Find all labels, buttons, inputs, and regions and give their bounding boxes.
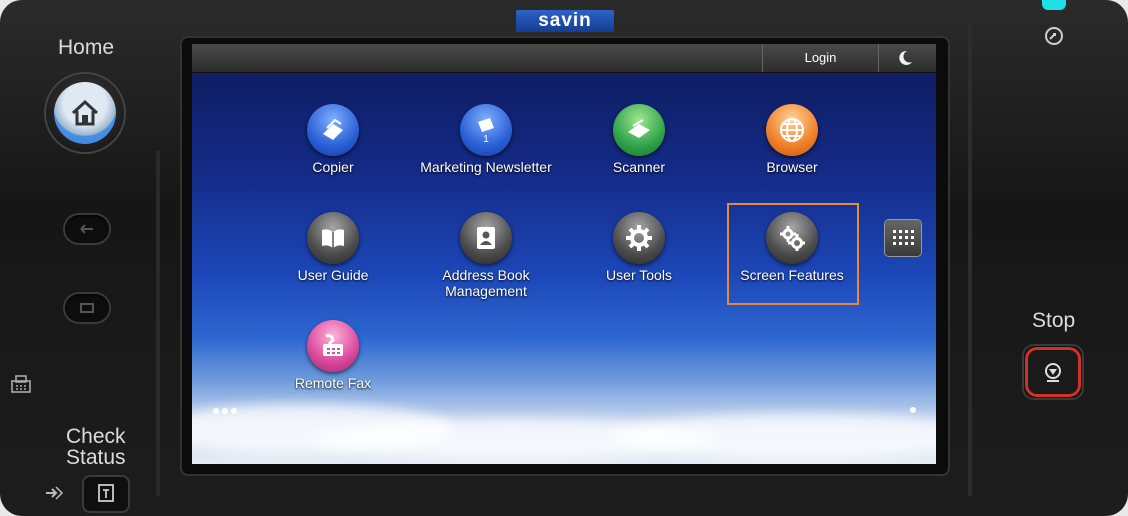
check-status-icon bbox=[98, 484, 114, 502]
back-button[interactable] bbox=[65, 215, 109, 243]
app-label: Remote Fax bbox=[294, 375, 372, 391]
app-label: Browser bbox=[766, 159, 818, 175]
badge-count: 1 bbox=[483, 134, 489, 144]
home-button[interactable] bbox=[46, 74, 124, 152]
scanner-icon bbox=[628, 119, 650, 138]
data-in-icon bbox=[46, 486, 64, 500]
brand-logo: savin bbox=[516, 10, 614, 32]
app-label: Scanner bbox=[612, 159, 666, 175]
app-marketing-newsletter[interactable]: 1 Marketing Newsletter bbox=[416, 104, 556, 175]
app-screen-features[interactable]: Screen Features bbox=[722, 212, 862, 283]
panel-divider bbox=[156, 150, 160, 496]
top-bar: Login bbox=[192, 44, 936, 73]
stop-label: Stop bbox=[1032, 309, 1076, 332]
check-status-button[interactable] bbox=[84, 477, 128, 511]
check-status-line1: Check bbox=[66, 425, 126, 448]
panel-divider-right bbox=[968, 20, 972, 496]
app-label-line2: Management bbox=[445, 283, 527, 299]
stop-button[interactable] bbox=[1024, 346, 1082, 398]
app-label-line1: Address Book bbox=[442, 267, 530, 283]
check-status-label: Check Status bbox=[66, 426, 126, 468]
login-button[interactable]: Login bbox=[762, 44, 879, 72]
app-label: Marketing Newsletter bbox=[420, 159, 552, 175]
home-icon bbox=[71, 99, 99, 126]
gears-icon bbox=[780, 226, 805, 251]
app-user-guide[interactable]: User Guide bbox=[263, 212, 403, 283]
app-user-tools[interactable]: User Tools bbox=[569, 212, 709, 283]
app-address-book[interactable]: Address Book Management bbox=[416, 212, 556, 299]
fax-icon bbox=[323, 334, 343, 356]
app-label: Copier bbox=[312, 159, 354, 175]
app-remote-fax[interactable]: Remote Fax bbox=[263, 320, 403, 391]
book-icon bbox=[322, 229, 344, 248]
grid-icon bbox=[893, 230, 914, 245]
touch-screen: Login Copier 1 Marketing Newsletter Scan… bbox=[192, 44, 936, 464]
fax-indicator-icon bbox=[11, 375, 31, 393]
app-label: User Guide bbox=[297, 267, 369, 283]
app-label: User Tools bbox=[606, 267, 672, 283]
moon-icon[interactable] bbox=[896, 49, 914, 67]
status-led bbox=[1042, 0, 1066, 10]
printer-control-panel: savin Home Check Status Login Copier 1 M… bbox=[0, 0, 1128, 516]
gear-icon bbox=[626, 225, 652, 251]
app-copier[interactable]: Copier bbox=[263, 104, 403, 175]
app-scanner[interactable]: Scanner bbox=[569, 104, 709, 175]
app-browser[interactable]: Browser bbox=[722, 104, 862, 175]
document-icon: 1 bbox=[478, 118, 494, 144]
menu-icon bbox=[80, 303, 94, 313]
copier-icon bbox=[323, 118, 343, 140]
menu-button[interactable] bbox=[65, 294, 109, 322]
address-book-icon bbox=[477, 227, 495, 249]
app-label: Screen Features bbox=[740, 267, 844, 283]
page-indicator-icon bbox=[213, 408, 237, 414]
energy-saver-icon[interactable] bbox=[1043, 25, 1065, 47]
back-icon bbox=[80, 224, 93, 234]
globe-icon bbox=[780, 118, 804, 142]
home-label: Home bbox=[58, 36, 115, 59]
page-dot bbox=[910, 407, 916, 413]
stop-icon bbox=[1045, 363, 1061, 382]
app-list-button[interactable] bbox=[885, 220, 921, 256]
check-status-line2: Status bbox=[66, 446, 126, 469]
